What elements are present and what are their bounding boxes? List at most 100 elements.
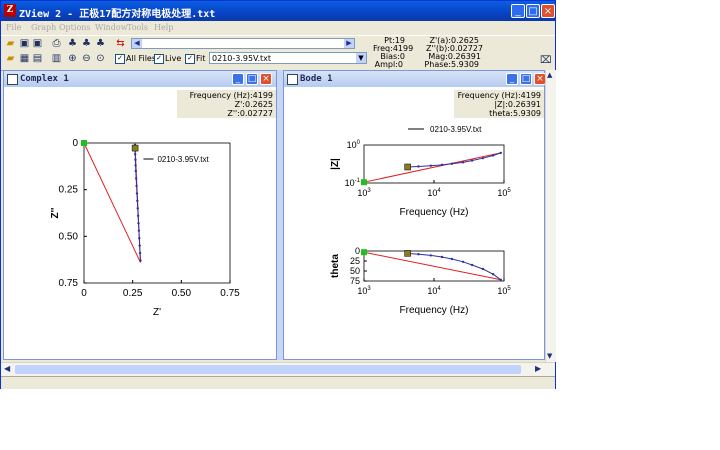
file-select[interactable]: 0210-3.95V.txt ▼ (209, 52, 367, 64)
x-tick-label: 105 (497, 188, 511, 198)
exit-icon[interactable]: ⌧ (540, 55, 552, 66)
scroll-thumb[interactable] (15, 365, 521, 374)
chevron-down-icon[interactable]: ▼ (356, 53, 366, 63)
data-point-scrollbar[interactable]: ◀ ▶ (131, 38, 355, 49)
data-point (137, 229, 141, 232)
y-axis-label: |Z| (330, 158, 341, 170)
menu-window[interactable]: Window (95, 23, 128, 32)
scroll-right-arrow-icon[interactable]: ▶ (344, 39, 354, 48)
status-bar (1, 376, 555, 389)
menu-bar: File Graph Options Window Tools Help (1, 21, 555, 35)
menu-file[interactable]: File (6, 23, 21, 32)
fit-line (363, 251, 501, 281)
title-bar[interactable]: Z ZView 2 - 正极17配方对称电极处理.txt _ □ × (1, 1, 555, 21)
bode-pane-title-bar[interactable]: Bode 1 _ □ × (284, 71, 546, 87)
maximize-button[interactable]: □ (526, 4, 540, 18)
open-folder-icon[interactable]: ▰ (5, 38, 16, 49)
open-file-icon[interactable]: ▰ (5, 53, 16, 64)
y-tick-label: 0.75 (59, 278, 79, 289)
data-point (491, 154, 495, 157)
all-files-checkbox[interactable]: ✓ (115, 54, 125, 64)
vertical-scrollbar[interactable]: ▲ ▼ (545, 70, 556, 362)
fit-checkbox[interactable]: ✓ (185, 54, 195, 64)
x-axis-label: Frequency (Hz) (400, 207, 469, 218)
data-point (135, 192, 139, 195)
close-button[interactable]: × (541, 4, 555, 18)
data-point (135, 184, 138, 188)
data-point (136, 214, 140, 217)
complex-plot-frame (83, 142, 231, 284)
zview-window: Z ZView 2 - 正极17配方对称电极处理.txt _ □ × File … (0, 0, 556, 389)
y-tick-label: 75 (350, 276, 360, 286)
complex-pane: Complex 1 _ □ × Frequency (Hz):4199 Z':0… (3, 70, 277, 360)
edit-data-icon[interactable]: ▥ (51, 53, 62, 64)
start-marker (361, 179, 367, 186)
y-tick-label: 50 (350, 266, 360, 276)
legend-label: 0210-3.95V.txt (430, 125, 482, 134)
data-point (481, 156, 485, 160)
scroll-left-arrow-icon[interactable]: ◀ (4, 364, 10, 373)
zoom-people-icon[interactable]: ♣ (67, 38, 78, 49)
scroll-left-arrow-icon[interactable]: ◀ (132, 39, 142, 48)
y-tick-label: 0.50 (59, 231, 79, 242)
bode-maximize-button[interactable]: □ (520, 73, 532, 85)
x-tick-label: 0.50 (172, 288, 192, 299)
zoom-group-icon[interactable]: ♣ (81, 38, 92, 49)
horizontal-scrollbar[interactable]: ◀ ▶ (1, 362, 555, 376)
save-as-icon[interactable]: ▣ (32, 38, 43, 49)
minimize-button[interactable]: _ (511, 4, 525, 18)
data-point (461, 260, 465, 263)
zoom-out-icon[interactable]: ⊖ (81, 53, 92, 64)
y-tick-label: 25 (350, 256, 360, 266)
data-point (138, 244, 141, 247)
data-point (134, 169, 137, 173)
complex-pane-title-bar[interactable]: Complex 1 _ □ × (4, 71, 276, 87)
x-tick-label: 104 (427, 286, 441, 296)
data-series-line (134, 144, 141, 261)
x-tick-label: 105 (497, 286, 511, 296)
complex-close-button[interactable]: × (260, 73, 272, 85)
data-point (134, 164, 137, 167)
save-icon[interactable]: ▣ (19, 38, 30, 49)
data-point (499, 278, 502, 281)
x-tick-label: 103 (357, 188, 371, 198)
live-checkbox[interactable]: ✓ (154, 54, 164, 64)
menu-options[interactable]: Options (59, 23, 91, 32)
data-point (470, 159, 474, 162)
zoom-user-icon[interactable]: ♣ (95, 38, 106, 49)
y-tick-label: 0.25 (59, 185, 79, 196)
x-axis-label: Z' (153, 307, 161, 318)
y-axis-label: theta (330, 254, 341, 278)
scroll-up-arrow-icon[interactable]: ▲ (547, 71, 555, 79)
data-point (440, 255, 444, 259)
x-tick-label: 103 (357, 286, 371, 296)
print-icon[interactable]: ⎙ (51, 38, 62, 49)
zoom-in-icon[interactable]: ⊕ (67, 53, 78, 64)
graph-window-icon[interactable]: ▤ (32, 53, 43, 64)
swap-arrows-icon[interactable]: ⇆ (115, 38, 126, 49)
data-point (133, 153, 137, 156)
toolbar: ▰ ▣ ▣ ⎙ ♣ ♣ ♣ ⇆ ◀ ▶ ▰ ▦ ▤ ▥ ⊕ ⊖ ⊙ ✓ All … (1, 35, 555, 86)
menu-tools[interactable]: Tools (127, 23, 148, 32)
complex-maximize-button[interactable]: □ (246, 73, 258, 85)
fit-line-1 (83, 142, 141, 263)
table-icon[interactable]: ▦ (19, 53, 30, 64)
zoom-reset-icon[interactable]: ⊙ (95, 53, 106, 64)
file-select-value: 0210-3.95V.txt (212, 54, 272, 63)
data-point (136, 207, 139, 210)
scroll-down-arrow-icon[interactable]: ▼ (547, 352, 555, 360)
complex-plot[interactable]: 0 0.25 0.50 0.7500.250.500.75Z'Z''0210-3.95… (4, 87, 276, 359)
graph-icon (287, 74, 298, 85)
menu-graph[interactable]: Graph (31, 23, 56, 32)
complex-minimize-button[interactable]: _ (232, 73, 244, 85)
readout-ampl: Ampl:0 (374, 60, 403, 69)
fit-label: Fit (196, 54, 206, 63)
data-point (417, 253, 420, 256)
data-point (429, 254, 432, 257)
menu-help[interactable]: Help (154, 23, 173, 32)
bode-minimize-button[interactable]: _ (506, 73, 518, 85)
x-tick-label: 0.75 (220, 288, 240, 299)
bode-plot[interactable]: 0210-3.95V.txt 103 104 105 100 10-1 Frequency … (284, 87, 544, 359)
x-tick-label: 104 (427, 188, 441, 198)
scroll-right-arrow-icon[interactable]: ▶ (535, 364, 541, 373)
